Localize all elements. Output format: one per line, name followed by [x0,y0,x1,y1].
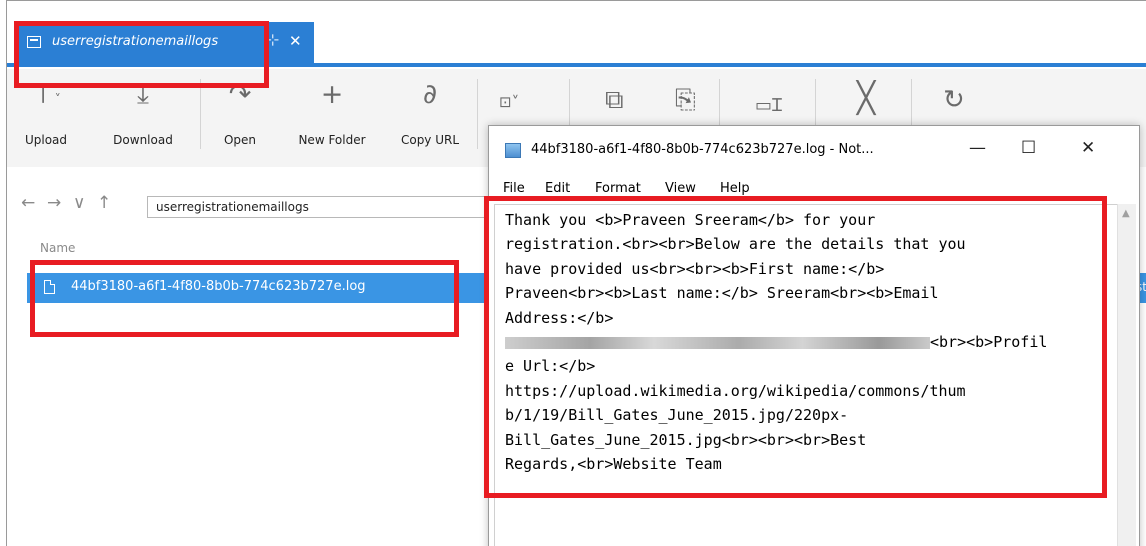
menu-help[interactable]: Help [720,181,750,196]
download-icon: ⤓ [137,79,149,110]
text-line: e Url:</b> [505,357,596,376]
text-line: Bill_Gates_June_2015.jpg<br><br><br>Best [505,430,867,449]
upload-icon: ⊤˅ [31,79,61,110]
text-line: <br><b>Profil [930,333,1048,352]
rename-icon[interactable]: ▭Ɪ [755,93,782,117]
text-line: Thank you <b>Praveen Sreeram</b> for you… [505,211,876,229]
toolbar-separator [477,79,478,149]
upload-button[interactable]: ⊤˅ Upload [21,77,71,147]
storage-explorer-window: userregistrationemaillogs ⊹ ✕ ⊤˅ Upload … [6,0,1146,546]
text-line: b/1/19/Bill_Gates_June_2015.jpg/220px- [505,406,849,425]
new-folder-button[interactable]: + New Folder [287,77,377,147]
delete-icon[interactable]: ╳ [857,81,875,116]
close-button[interactable]: ✕ [1081,138,1095,158]
open-icon: ↷ [228,79,252,110]
tab-userregistrationemaillogs[interactable]: userregistrationemaillogs ⊹ ✕ [14,22,314,65]
notepad-title: 44bf3180-a6f1-4f80-8b0b-774c623b727e.log… [531,142,874,157]
text-line: Praveen<br><b>Last name:</b> Sreeram<br>… [505,284,939,303]
maximize-button[interactable]: ☐ [1021,138,1036,158]
new-folder-label: New Folder [298,133,366,147]
text-line: registration.<br><br>Below are the detai… [505,235,966,254]
refresh-icon[interactable]: ↻ [943,85,965,115]
download-button[interactable]: ⤓ Download [103,77,183,147]
link-icon: ∂ [423,79,437,110]
tab-bar: userregistrationemaillogs ⊹ ✕ [7,1,1146,65]
text-line: https://upload.wikimedia.org/wikipedia/c… [505,381,966,400]
back-arrow-icon[interactable]: ← [21,193,35,213]
forward-arrow-icon[interactable]: → [47,193,61,213]
text-line: Address:</b> [505,308,614,327]
notepad-menubar: File Edit Format View Help [489,178,1139,202]
pin-icon[interactable]: ⊹ [266,30,279,49]
notepad-titlebar[interactable]: 44bf3180-a6f1-4f80-8b0b-774c623b727e.log… [489,126,1139,174]
text-line: Regards,<br>Website Team [505,455,722,474]
tab-accent-strip [7,63,1146,67]
scroll-up-icon[interactable]: ▲ [1122,208,1130,219]
up-arrow-icon[interactable]: ↑ [97,193,111,213]
menu-view[interactable]: View [665,181,696,196]
notepad-icon [505,143,521,158]
open-button[interactable]: ↷ Open [219,77,261,147]
redacted-email [505,336,930,349]
file-name: 44bf3180-a6f1-4f80-8b0b-774c623b727e.log [71,279,366,294]
tab-label: userregistrationemaillogs [52,34,219,49]
open-label: Open [223,133,257,147]
column-header-name[interactable]: Name [40,241,75,255]
copy-url-button[interactable]: ∂ Copy URL [395,77,465,147]
log-content: Thank you <b>Praveen Sreeram</b> for you… [505,208,1105,476]
text-line: have provided us<br><br><b>First name:</… [505,259,885,278]
toolbar-separator [200,79,201,149]
menu-format[interactable]: Format [595,181,641,196]
menu-file[interactable]: File [503,181,525,196]
notepad-text-area[interactable]: Thank you <b>Praveen Sreeram</b> for you… [494,204,1117,546]
chevron-down-icon[interactable]: ∨ [73,193,85,213]
vertical-scrollbar[interactable]: ▲ [1117,204,1136,546]
file-icon [44,280,55,294]
text-line-redacted: <br><b>Profil [505,330,1105,354]
close-icon[interactable]: ✕ [289,32,302,50]
upload-label: Upload [24,133,68,147]
minimize-button[interactable]: — [969,138,986,158]
copy-url-label: Copy URL [400,133,460,147]
notepad-window: 44bf3180-a6f1-4f80-8b0b-774c623b727e.log… [488,125,1140,546]
copy-icon[interactable]: ⧉ [605,85,624,116]
menu-edit[interactable]: Edit [545,181,570,196]
select-icon[interactable]: ⊡˅ [499,93,519,111]
download-label: Download [113,133,173,147]
container-icon [27,36,41,48]
paste-icon[interactable]: ⎘ [675,85,696,116]
plus-icon: + [320,79,344,110]
